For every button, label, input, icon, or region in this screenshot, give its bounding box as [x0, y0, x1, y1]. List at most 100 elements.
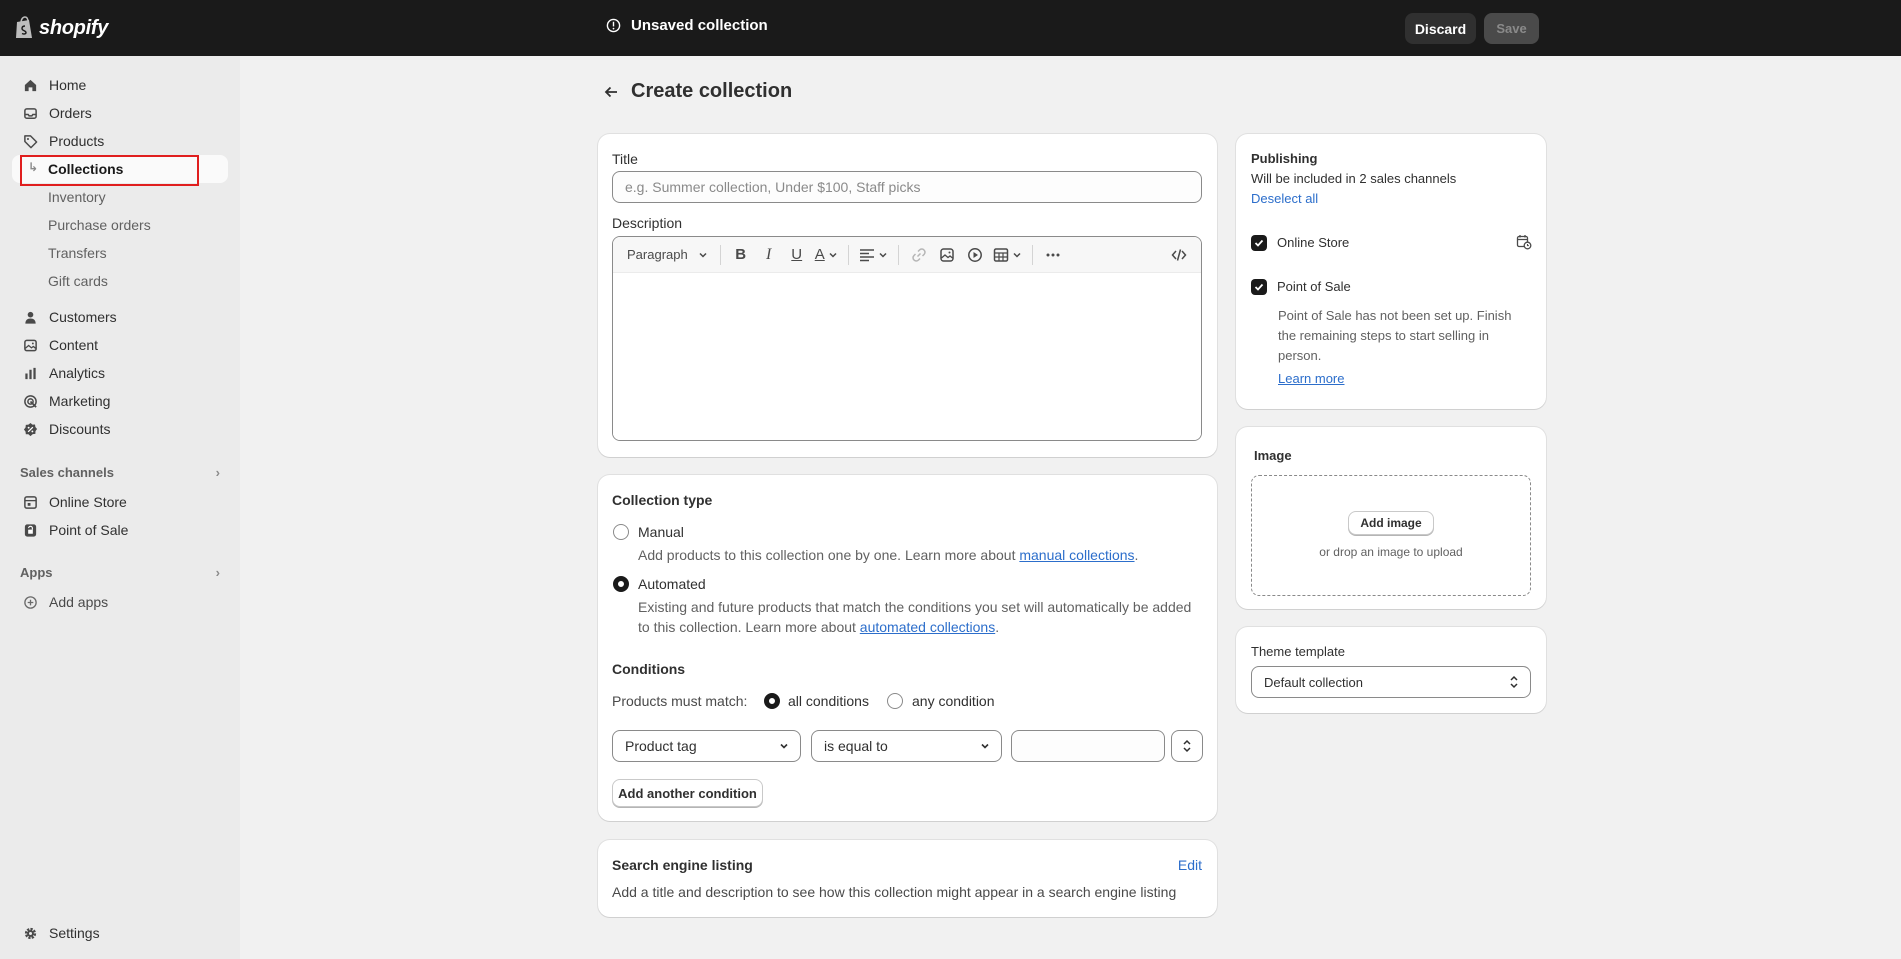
condition-value-input[interactable]: [1011, 730, 1165, 762]
search-engine-listing-card: Search engine listing Edit Add a title a…: [598, 840, 1217, 917]
toolbar-separator: [897, 244, 899, 265]
title-label: Title: [612, 151, 638, 167]
deselect-all-link[interactable]: Deselect all: [1251, 191, 1318, 206]
apps-header[interactable]: Apps ›: [20, 565, 220, 580]
publishing-subtitle: Will be included in 2 sales channels: [1251, 171, 1457, 186]
discard-button[interactable]: Discard: [1405, 13, 1476, 44]
link-icon[interactable]: [905, 241, 933, 269]
condition-field-value: Product tag: [625, 738, 697, 754]
chevron-right-icon: ›: [215, 565, 220, 580]
condition-operator-select[interactable]: is equal to: [811, 730, 1002, 762]
image-dropzone[interactable]: Add image or drop an image to upload: [1251, 475, 1531, 596]
match-label: Products must match:: [612, 693, 748, 709]
sidebar-item-marketing[interactable]: Marketing: [12, 387, 228, 415]
condition-operator-value: is equal to: [824, 738, 888, 754]
paragraph-select[interactable]: Paragraph: [621, 241, 714, 269]
logo-text: shopify: [39, 16, 109, 39]
target-icon: [22, 393, 38, 409]
sidebar-item-add-apps[interactable]: Add apps: [12, 588, 228, 616]
theme-template-select[interactable]: Default collection: [1251, 666, 1531, 698]
text-color-glyph: A: [814, 246, 825, 263]
automated-collections-link[interactable]: automated collections: [860, 619, 995, 635]
sidebar-item-customers[interactable]: Customers: [12, 303, 228, 331]
sales-channels-label: Sales channels: [20, 465, 114, 480]
point-of-sale-label: Point of Sale: [1277, 279, 1351, 294]
insert-image-icon[interactable]: [933, 241, 961, 269]
save-button[interactable]: Save: [1484, 13, 1539, 44]
paragraph-select-label: Paragraph: [627, 247, 688, 262]
text-color-icon[interactable]: A: [811, 241, 842, 269]
shopify-bag-icon: [14, 16, 34, 40]
learn-more-link[interactable]: Learn more: [1278, 371, 1344, 386]
description-text-area[interactable]: [613, 273, 1201, 440]
apps-label: Apps: [20, 565, 53, 580]
chevron-down-icon: [778, 740, 790, 752]
point-of-sale-checkbox[interactable]: [1251, 279, 1267, 295]
sidebar-item-online-store[interactable]: Online Store: [12, 488, 228, 516]
pos-help: Point of Sale has not been set up. Finis…: [1278, 306, 1511, 366]
page-title: Create collection: [631, 80, 793, 102]
inbox-icon: [22, 105, 38, 121]
any-condition-label: any condition: [912, 693, 995, 709]
sidebar-item-content[interactable]: Content: [12, 331, 228, 359]
italic-icon[interactable]: I: [755, 241, 783, 269]
bar-chart-icon: [22, 365, 38, 381]
manual-radio[interactable]: [613, 524, 629, 540]
sidebar-item-inventory[interactable]: Inventory: [12, 183, 228, 211]
alert-circle-icon: [606, 18, 621, 33]
toolbar-separator: [847, 244, 849, 265]
insert-table-icon[interactable]: [989, 241, 1026, 269]
unsaved-status: Unsaved collection: [606, 17, 768, 34]
sidebar-item-label: Purchase orders: [48, 217, 151, 233]
align-left-icon[interactable]: [855, 241, 892, 269]
all-conditions-label: all conditions: [788, 693, 869, 709]
sidebar-item-label: Gift cards: [48, 273, 108, 289]
home-icon: [22, 77, 38, 93]
sidebar-item-settings[interactable]: Settings: [12, 919, 228, 947]
collection-type-heading: Collection type: [612, 492, 713, 508]
manual-help-text: Add products to this collection one by o…: [638, 547, 1020, 563]
title-input[interactable]: [612, 171, 1202, 203]
sidebar-item-purchase-orders[interactable]: Purchase orders: [12, 211, 228, 239]
image-card: Image Add image or drop an image to uplo…: [1236, 427, 1546, 609]
sidebar-item-label: Online Store: [49, 494, 127, 510]
underline-icon[interactable]: U: [783, 241, 811, 269]
sidebar-item-transfers[interactable]: Transfers: [12, 239, 228, 267]
condition-stepper[interactable]: [1171, 730, 1203, 762]
sidebar-item-label: Products: [49, 133, 105, 149]
sidebar-item-point-of-sale[interactable]: Point of Sale: [12, 516, 228, 544]
sidebar-item-home[interactable]: Home: [12, 71, 228, 99]
sales-channels-header[interactable]: Sales channels ›: [20, 465, 220, 480]
sidebar-item-label: Add apps: [49, 594, 109, 610]
all-conditions-radio[interactable]: [764, 693, 780, 709]
theme-template-label: Theme template: [1251, 644, 1345, 659]
schedule-calendar-icon[interactable]: [1516, 234, 1532, 250]
editor-toolbar: Paragraph B I U A: [613, 237, 1201, 273]
manual-collections-link[interactable]: manual collections: [1019, 547, 1134, 563]
sidebar-item-products[interactable]: Products: [12, 127, 228, 155]
automated-help-line-1: Existing and future products that match …: [638, 599, 1192, 615]
add-another-condition-button[interactable]: Add another condition: [612, 779, 763, 807]
insert-video-icon[interactable]: [961, 241, 989, 269]
online-store-checkbox[interactable]: [1251, 235, 1267, 251]
description-label: Description: [612, 215, 683, 231]
automated-radio[interactable]: [613, 576, 629, 592]
discount-icon: [22, 421, 38, 437]
sidebar-item-gift-cards[interactable]: Gift cards: [12, 267, 228, 295]
condition-field-select[interactable]: Product tag: [612, 730, 801, 762]
sidebar-item-label: Point of Sale: [49, 522, 129, 538]
shopify-logo[interactable]: shopify: [14, 14, 108, 42]
automated-help: Existing and future products that match …: [638, 597, 1191, 637]
code-view-icon[interactable]: [1165, 241, 1193, 269]
any-condition-radio[interactable]: [887, 693, 903, 709]
more-options-icon[interactable]: [1039, 241, 1067, 269]
up-down-chevron-icon: [1181, 739, 1193, 753]
add-image-button[interactable]: Add image: [1348, 511, 1434, 535]
chevron-down-icon: [698, 250, 708, 260]
seo-edit-link[interactable]: Edit: [1178, 857, 1202, 873]
sidebar-item-orders[interactable]: Orders: [12, 99, 228, 127]
back-arrow-icon[interactable]: [603, 84, 619, 100]
sidebar-item-discounts[interactable]: Discounts: [12, 415, 228, 443]
sidebar-item-analytics[interactable]: Analytics: [12, 359, 228, 387]
bold-icon[interactable]: B: [727, 241, 755, 269]
